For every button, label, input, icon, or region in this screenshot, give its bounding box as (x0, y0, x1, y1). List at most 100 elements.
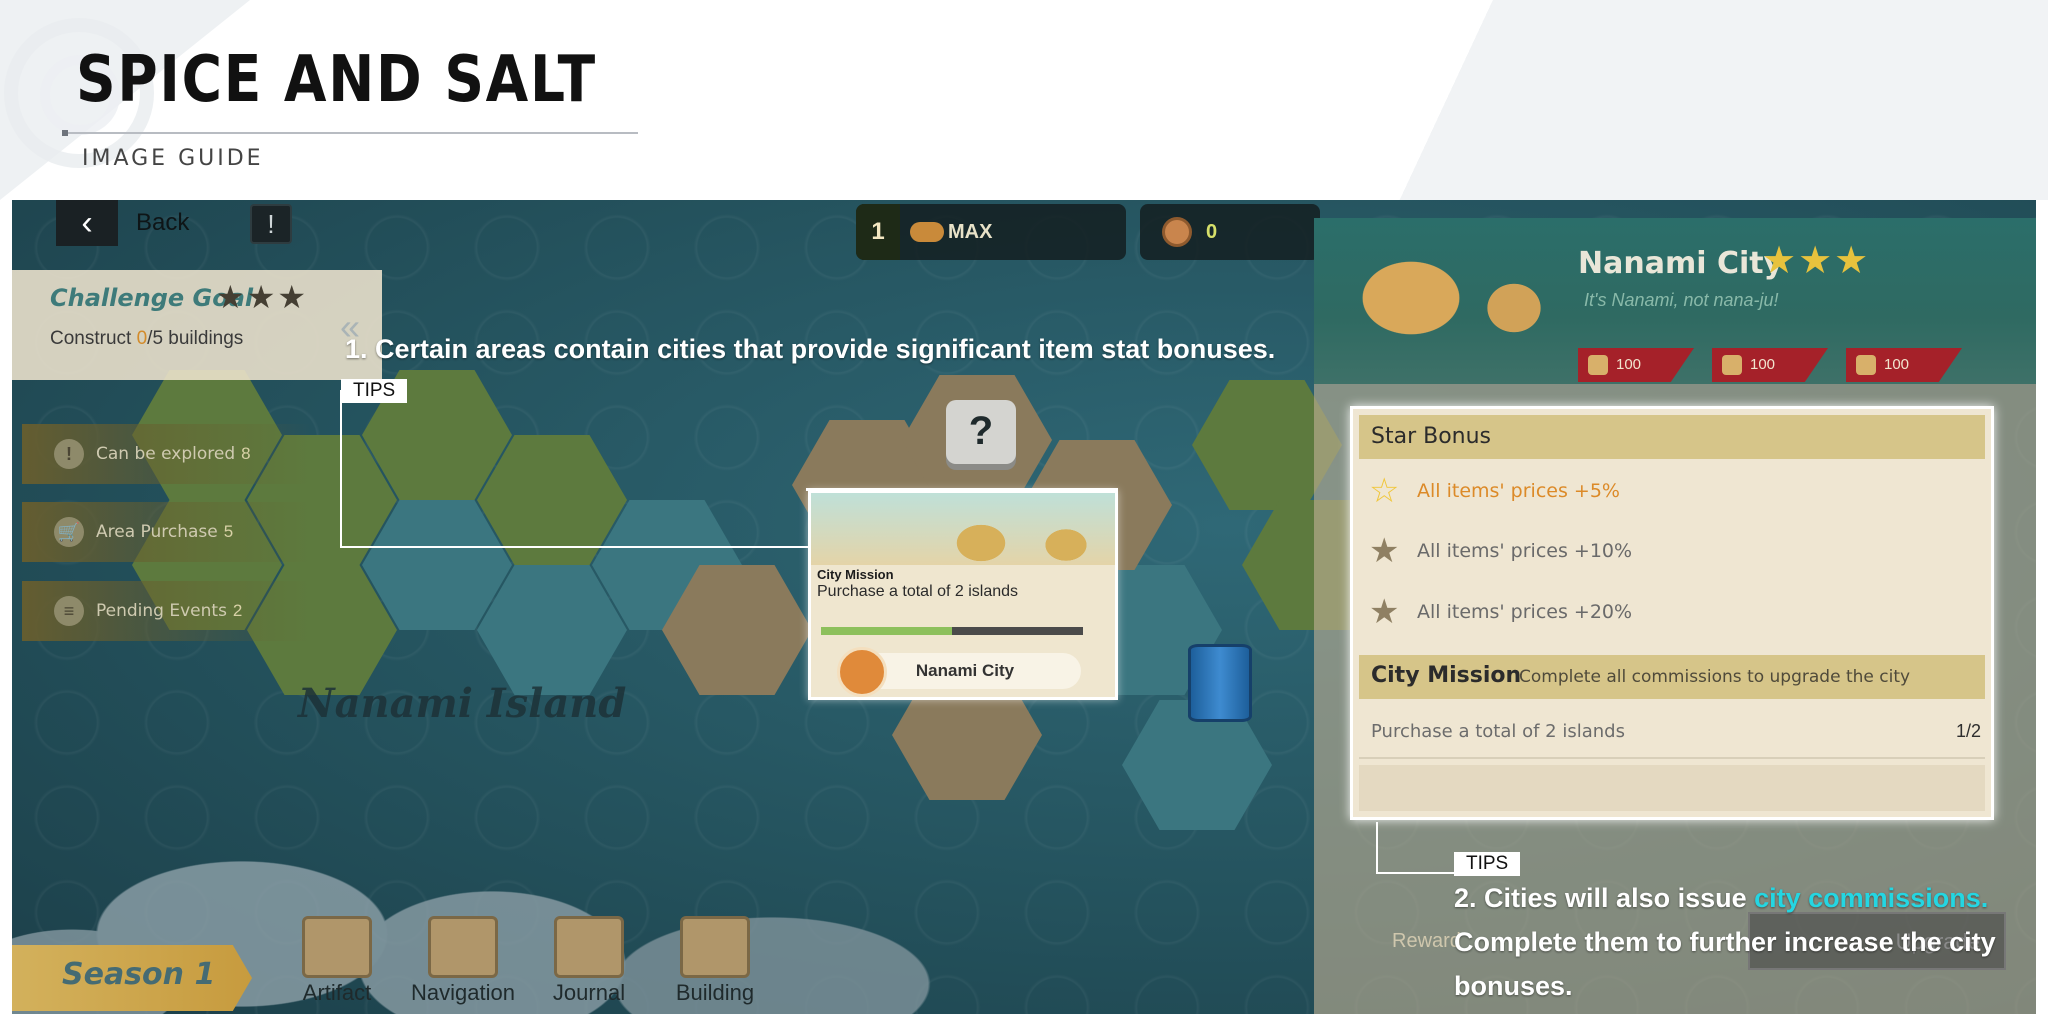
city-hut-illustration-small (1464, 258, 1564, 358)
paper-plane-icon (428, 916, 498, 978)
resource-badge: 100 (1578, 348, 1694, 382)
wood-icon (1722, 355, 1742, 375)
cart-icon: 🛒 (54, 517, 84, 547)
star-bonus-row: ★ All items' prices +10% (1369, 531, 1632, 571)
challenge-desc-suffix: /5 buildings (147, 328, 244, 349)
city-mission-subtitle: Complete all commissions to upgrade the … (1519, 667, 1911, 687)
mystery-dice-icon[interactable]: ? (946, 400, 1016, 464)
side-item-count: 2 (232, 601, 243, 620)
building-button[interactable]: Building (660, 916, 770, 1011)
city-hut-image (811, 493, 1115, 565)
side-item-pending-events[interactable]: ≡ Pending Events 2 (22, 581, 312, 641)
city-mission-card[interactable]: City Mission Purchase a total of 2 islan… (808, 490, 1118, 700)
page-title: SPICE AND SALT (76, 43, 597, 117)
tip1-text: 1. Certain areas contain cities that pro… (345, 334, 1276, 364)
star-bonus-box: Star Bonus ☆ All items' prices +5% ★ All… (1350, 406, 1994, 820)
chevron-left-icon: ‹ (56, 200, 118, 246)
back-button[interactable]: ‹ Back (56, 200, 206, 246)
city-tagline: It's Nanami, not nana-ju! (1584, 290, 1779, 310)
level-pill: 1 MAX (856, 204, 1126, 260)
back-label: Back (136, 209, 190, 236)
star-bonus-text: All items' prices +20% (1417, 601, 1633, 623)
side-item-count: 5 (223, 522, 234, 541)
star-icon: ★ (1369, 532, 1400, 570)
island-name: Nanami Island (298, 680, 627, 727)
artifact-button[interactable]: Artifact (282, 916, 392, 1011)
tip1-connector (340, 390, 342, 548)
spice-icon (1588, 355, 1608, 375)
city-gate-icon (837, 647, 887, 697)
tip2-connector (1376, 872, 1456, 874)
star-bonus-title: Star Bonus (1371, 424, 1492, 449)
tip2-badge: TIPS (1454, 852, 1521, 876)
mission-progress-fill (821, 627, 952, 635)
resource-value: 100 (1750, 356, 1776, 373)
tip2-suffix: Complete them to further increase the ci… (1454, 927, 1996, 1001)
list-icon: ≡ (54, 596, 84, 626)
season-label: Season 1 (62, 957, 216, 992)
city-name: Nanami City (1578, 246, 1784, 281)
coin-pill: 0 (1140, 204, 1320, 260)
commission-text: Purchase a total of 2 islands (1371, 721, 1625, 742)
star-icon: ★ (1369, 593, 1400, 631)
mission-card-title: City Mission (817, 567, 894, 582)
can-icon (1856, 355, 1876, 375)
side-item-count: 8 (241, 444, 251, 463)
journal-button[interactable]: Journal (534, 916, 644, 1011)
challenge-desc-prefix: Construct (50, 328, 137, 349)
resource-badge: 100 (1846, 348, 1962, 382)
tip2-text: 2. Cities will also issue city commissio… (1454, 876, 2014, 1008)
star-bonus-header: Star Bonus (1359, 415, 1985, 459)
navigation-label: Navigation (411, 980, 515, 1005)
alert-icon: ! (54, 439, 84, 469)
season-banner: Season 1 (12, 945, 252, 1011)
level-number: 1 (856, 204, 900, 260)
navigation-button[interactable]: Navigation (408, 916, 518, 1011)
reward-label: Reward (1392, 930, 1461, 952)
resource-value: 100 (1884, 356, 1910, 373)
journal-label: Journal (552, 980, 626, 1005)
bonus-box-footer (1359, 765, 1985, 811)
side-item-label: Pending Events (96, 601, 227, 621)
chef-icon (680, 916, 750, 978)
coin-value: 0 (1206, 220, 1218, 243)
star-bonus-text: All items' prices +5% (1417, 480, 1620, 502)
tip1-highlight-top (806, 488, 1118, 491)
side-item-area-purchase[interactable]: 🛒 Area Purchase 5 (22, 502, 312, 562)
resource-value: 100 (1616, 356, 1642, 373)
chest-icon (302, 916, 372, 978)
challenge-goal-panel: Challenge Goal ★★★ Construct 0/5 buildin… (12, 270, 382, 380)
side-item-explore[interactable]: ! Can be explored 8 (22, 424, 312, 484)
city-mission-title: City Mission (1371, 663, 1522, 688)
info-icon[interactable]: ! (250, 204, 292, 244)
tip1-badge: TIPS (341, 379, 408, 403)
resource-badge: 100 (1712, 348, 1828, 382)
tip2-highlight: city commissions. (1754, 883, 1989, 913)
city-mission-header: City Mission Complete all commissions to… (1359, 655, 1985, 699)
level-label: MAX (948, 220, 993, 243)
title-divider (64, 132, 638, 134)
challenge-built-count: 0 (136, 328, 148, 349)
challenge-stars: ★★★ (216, 279, 309, 315)
star-bonus-row: ☆ All items' prices +5% (1369, 471, 1620, 511)
side-item-label: Area Purchase (96, 522, 218, 542)
header-decoration-right (1320, 0, 2048, 200)
boat-icon (910, 222, 944, 242)
building-label: Building (675, 980, 755, 1005)
commission-row: Purchase a total of 2 islands 1/2 (1359, 705, 1985, 759)
mission-progress-bar (821, 627, 1083, 635)
mission-card-desc: Purchase a total of 2 islands (817, 583, 1019, 600)
city-header: Nanami City ★★★ It's Nanami, not nana-ju… (1314, 218, 2036, 384)
challenge-desc: Construct 0/5 buildings (50, 328, 243, 350)
title-divider-dot (62, 130, 68, 136)
fish-can-icon[interactable] (1188, 644, 1252, 722)
city-stars: ★★★ (1762, 240, 1871, 282)
tip1-connector (340, 546, 810, 548)
artifact-label: Artifact (302, 980, 372, 1005)
side-item-label: Can be explored (96, 444, 236, 464)
document-icon (554, 916, 624, 978)
tip2-connector (1376, 822, 1378, 874)
tip2-prefix: 2. Cities will also issue (1454, 883, 1755, 913)
star-bonus-text: All items' prices +10% (1417, 540, 1633, 562)
star-icon: ☆ (1369, 472, 1400, 510)
